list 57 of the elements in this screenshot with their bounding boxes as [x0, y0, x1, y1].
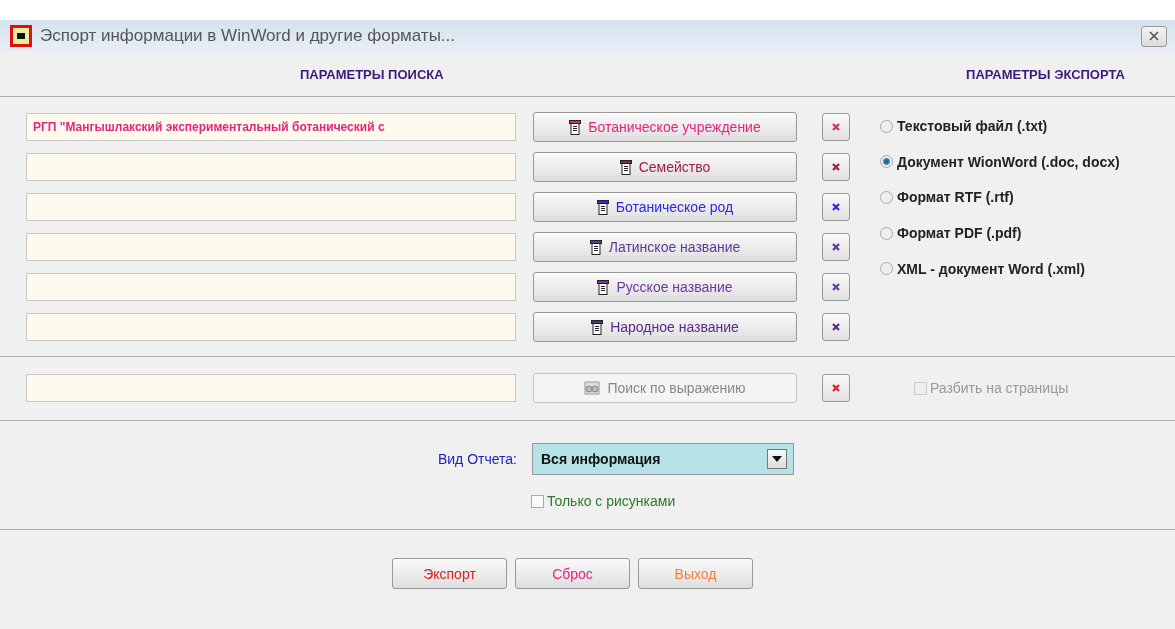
clear-button[interactable]: [822, 193, 850, 221]
clear-button[interactable]: [822, 233, 850, 261]
field-button[interactable]: Ботаническое учреждение: [533, 112, 797, 142]
only-pictures-option[interactable]: Только с рисунками: [531, 493, 1175, 509]
clear-button[interactable]: [822, 113, 850, 141]
binoculars-icon: [584, 381, 601, 395]
clear-button[interactable]: [822, 374, 850, 402]
clear-button[interactable]: [822, 313, 850, 341]
cross-icon: [832, 123, 840, 131]
format-option[interactable]: Формат PDF (.pdf): [880, 225, 1120, 242]
format-option[interactable]: XML - документ Word (.xml): [880, 260, 1120, 277]
radio-button[interactable]: [880, 155, 893, 169]
field-label: Вид Отчета:: [436, 451, 517, 467]
document-icon: [591, 319, 604, 335]
document-icon: [589, 239, 602, 255]
app-icon: [10, 25, 32, 47]
document-icon: [569, 119, 582, 135]
action-button[interactable]: Сброс: [515, 558, 630, 589]
clear-button[interactable]: [822, 153, 850, 181]
radio-button[interactable]: [880, 262, 893, 276]
field-button[interactable]: Народное название: [533, 312, 797, 342]
field-button[interactable]: Латинское название: [533, 232, 797, 262]
search-field[interactable]: [26, 313, 516, 341]
search-field[interactable]: [26, 273, 516, 301]
cross-icon: [832, 384, 840, 392]
section-heading: ПАРАМЕТРЫ ЭКСПОРТА: [966, 66, 1125, 82]
field-button[interactable]: Семейство: [533, 152, 797, 182]
field-button[interactable]: Ботаническое род: [533, 192, 797, 222]
field-button[interactable]: Русское название: [533, 272, 797, 302]
cross-icon: [832, 203, 840, 211]
cross-icon: [832, 243, 840, 251]
window-title: Эспорт информации в WinWord и другие форматы...: [40, 26, 457, 46]
document-icon: [596, 199, 609, 215]
action-button[interactable]: Экспорт: [392, 558, 507, 589]
document-icon: [619, 159, 632, 175]
radio-button[interactable]: [880, 190, 893, 204]
format-option[interactable]: Формат RTF (.rtf): [880, 189, 1120, 206]
search-field[interactable]: РГП "Мангышлакский экспериментальный ботанический с: [26, 113, 516, 141]
format-option[interactable]: Текстовый файл (.txt): [880, 118, 1120, 134]
report-type-dropdown[interactable]: Вся информация: [532, 443, 794, 475]
search-field[interactable]: [26, 233, 516, 261]
checkbox[interactable]: [531, 494, 544, 508]
clear-button[interactable]: [822, 273, 850, 301]
close-icon: [1148, 30, 1160, 42]
close-button[interactable]: [1141, 25, 1167, 47]
search-field[interactable]: [26, 153, 516, 181]
search-field[interactable]: [26, 193, 516, 221]
document-icon: [597, 279, 610, 295]
radio-button[interactable]: [880, 226, 893, 240]
dropdown-caret-icon: [767, 449, 787, 469]
cross-icon: [832, 283, 840, 291]
format-option[interactable]: Документ WionWord (.doc, docx): [880, 153, 1120, 170]
cross-icon: [832, 323, 840, 331]
expression-field[interactable]: [26, 374, 516, 402]
section-heading: ПАРАМЕТРЫ ПОИСКА: [300, 66, 444, 82]
cross-icon: [832, 163, 840, 171]
radio-button[interactable]: [880, 119, 893, 133]
